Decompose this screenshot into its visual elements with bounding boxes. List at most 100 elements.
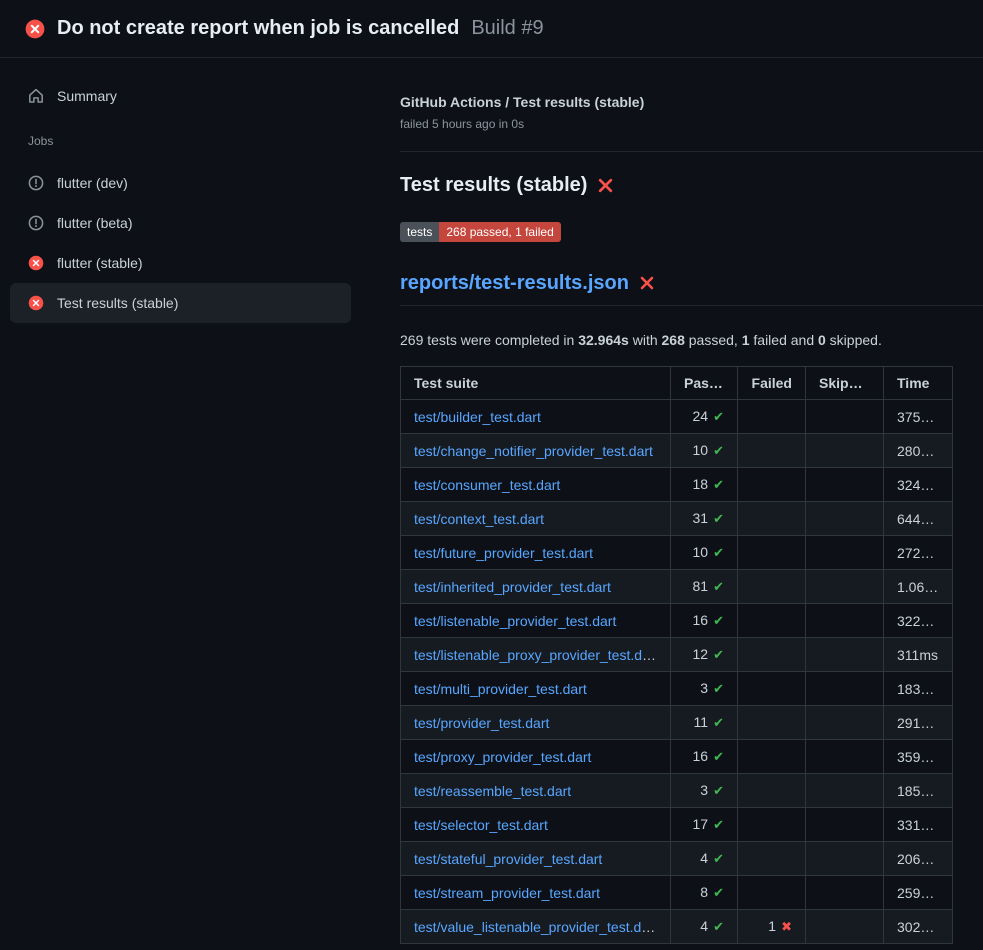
passed-cell: 8✔ [671, 876, 738, 910]
suite-link[interactable]: test/listenable_provider_test.dart [414, 613, 616, 629]
suite-cell: test/proxy_provider_test.dart [401, 740, 671, 774]
check-icon: ✔ [713, 817, 724, 832]
failed-cell [738, 434, 806, 468]
time-cell: 291ms [884, 706, 953, 740]
badge-value: 268 passed, 1 failed [439, 222, 560, 242]
neutral-status-icon [28, 175, 44, 191]
sidebar-item-flutter-dev[interactable]: flutter (dev) [10, 163, 351, 203]
check-section-title: Test results (stable) [400, 172, 983, 198]
failed-x-icon [597, 177, 614, 194]
table-row: test/value_listenable_provider_test.dart… [401, 910, 953, 944]
suite-cell: test/consumer_test.dart [401, 468, 671, 502]
suite-cell: test/provider_test.dart [401, 706, 671, 740]
report-link[interactable]: reports/test-results.json [400, 270, 629, 296]
badge-wrap: tests 268 passed, 1 failed [400, 222, 983, 242]
summary-duration: 32.964s [578, 332, 629, 348]
passed-count: 10 [693, 442, 709, 458]
passed-cell: 10✔ [671, 536, 738, 570]
table-row: test/proxy_provider_test.dart16✔359ms [401, 740, 953, 774]
suite-cell: test/multi_provider_test.dart [401, 672, 671, 706]
failed-cell [738, 876, 806, 910]
tests-badge: tests 268 passed, 1 failed [400, 222, 561, 242]
table-row: test/inherited_provider_test.dart81✔1.06… [401, 570, 953, 604]
suite-cell: test/context_test.dart [401, 502, 671, 536]
suite-link[interactable]: test/value_listenable_provider_test.dart [414, 919, 658, 935]
suite-link[interactable]: test/provider_test.dart [414, 715, 549, 731]
sidebar-item-flutter-beta[interactable]: flutter (beta) [10, 203, 351, 243]
suite-cell: test/reassemble_test.dart [401, 774, 671, 808]
summary-skipped-count: 0 [818, 332, 826, 348]
passed-count: 3 [700, 680, 708, 696]
sidebar: Summary Jobs flutter (dev) [0, 58, 375, 323]
skipped-cell [806, 672, 884, 706]
suite-link[interactable]: test/reassemble_test.dart [414, 783, 571, 799]
sidebar-item-summary[interactable]: Summary [10, 76, 351, 116]
suite-cell: test/change_notifier_provider_test.dart [401, 434, 671, 468]
passed-cell: 10✔ [671, 434, 738, 468]
passed-count: 18 [693, 476, 709, 492]
passed-count: 24 [693, 408, 709, 424]
passed-count: 4 [700, 918, 708, 934]
suite-link[interactable]: test/stateful_provider_test.dart [414, 851, 602, 867]
col-time: Time [884, 367, 953, 400]
time-cell: 311ms [884, 638, 953, 672]
suite-link[interactable]: test/consumer_test.dart [414, 477, 560, 493]
check-icon: ✔ [713, 681, 724, 696]
passed-count: 4 [700, 850, 708, 866]
table-row: test/selector_test.dart 17✔ 331ms [401, 808, 953, 842]
passed-cell: 11✔ [671, 706, 738, 740]
check-icon: ✔ [713, 715, 724, 730]
time-cell: 206ms [884, 842, 953, 876]
col-test-suite: Test suite [401, 367, 671, 400]
check-icon: ✔ [713, 511, 724, 526]
table-row: test/reassemble_test.dart3✔185ms [401, 774, 953, 808]
suite-link[interactable]: test/context_test.dart [414, 511, 544, 527]
check-icon: ✔ [713, 851, 724, 866]
skipped-cell [806, 434, 884, 468]
suite-link[interactable]: test/change_notifier_provider_test.dart [414, 443, 653, 459]
main-content: GitHub Actions / Test results (stable) f… [375, 58, 983, 944]
passed-cell: 17✔ [671, 808, 738, 842]
table-row: test/builder_test.dart 24 ✔ 375ms [401, 400, 953, 434]
job-label: flutter (beta) [57, 215, 132, 231]
time-cell: 302ms [884, 910, 953, 944]
failed-cell [738, 774, 806, 808]
suite-link[interactable]: test/multi_provider_test.dart [414, 681, 587, 697]
table-row: test/context_test.dart31✔644ms [401, 502, 953, 536]
skipped-cell [806, 604, 884, 638]
passed-cell: 4✔ [671, 842, 738, 876]
suite-link[interactable]: test/proxy_provider_test.dart [414, 749, 591, 765]
jobs-section-label: Jobs [28, 134, 351, 148]
suite-cell: test/stream_provider_test.dart [401, 876, 671, 910]
skipped-cell [806, 774, 884, 808]
time-cell: 359ms [884, 740, 953, 774]
failed-cell [738, 842, 806, 876]
summary-passed-count: 268 [662, 332, 685, 348]
check-icon: ✔ [713, 749, 724, 764]
suite-link[interactable]: test/inherited_provider_test.dart [414, 579, 611, 595]
passed-count: 3 [700, 782, 708, 798]
run-failed-icon [25, 19, 45, 39]
time-cell: 331ms [884, 808, 953, 842]
col-failed: Failed [738, 367, 806, 400]
table-row: test/listenable_proxy_provider_test.dart… [401, 638, 953, 672]
results-table: Test suite Passed Failed Skipped Time te… [400, 366, 953, 944]
failed-cell [738, 706, 806, 740]
sidebar-item-test-results-stable[interactable]: Test results (stable) [10, 283, 351, 323]
time-cell: 375ms [884, 400, 953, 434]
suite-link[interactable]: test/stream_provider_test.dart [414, 885, 600, 901]
failed-cell [738, 740, 806, 774]
suite-cell: test/inherited_provider_test.dart [401, 570, 671, 604]
suite-link[interactable]: test/selector_test.dart [414, 817, 548, 833]
check-icon: ✔ [713, 409, 724, 424]
suite-link[interactable]: test/listenable_proxy_provider_test.dart [414, 647, 658, 663]
job-label: flutter (dev) [57, 175, 128, 191]
run-header: Do not create report when job is cancell… [0, 0, 983, 58]
report-heading: reports/test-results.json [400, 270, 983, 306]
sidebar-item-flutter-stable[interactable]: flutter (stable) [10, 243, 351, 283]
skipped-cell [806, 706, 884, 740]
suite-link[interactable]: test/future_provider_test.dart [414, 545, 593, 561]
suite-link[interactable]: test/builder_test.dart [414, 409, 541, 425]
table-row: test/listenable_provider_test.dart16✔322… [401, 604, 953, 638]
time-cell: 1.065s [884, 570, 953, 604]
